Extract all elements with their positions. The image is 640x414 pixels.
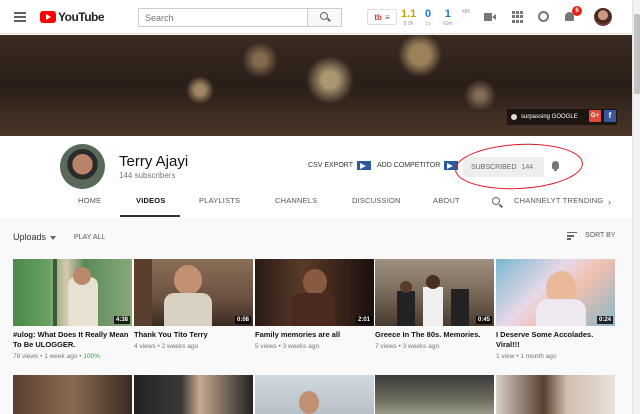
csv-export-button[interactable]: CSV EXPORT	[308, 161, 371, 170]
video-thumbnail[interactable]: 4:38	[13, 259, 132, 326]
video-title[interactable]: Greece In The 80s. Memories.	[375, 330, 494, 340]
video-thumbnail[interactable]	[255, 375, 374, 414]
video-pct: 100%	[83, 352, 100, 360]
video-title[interactable]: #ulog: What Does It Really Mean To Be UL…	[13, 330, 132, 350]
account-avatar[interactable]	[594, 8, 612, 26]
video-thumbnail[interactable]	[496, 375, 615, 414]
video-age: 2 weeks ago	[161, 342, 199, 350]
video-thumbnail[interactable]	[134, 375, 253, 414]
page-scrollbar[interactable]	[632, 0, 640, 414]
video-views: 5 views	[255, 342, 277, 350]
globe-icon	[511, 114, 517, 120]
tab-channelyt-trending[interactable]: CHANNELYT TRENDING	[514, 196, 603, 205]
video-card[interactable]: 0:45 Greece In The 80s. Memories. 7 view…	[375, 259, 494, 350]
video-meta: 5 views • 3 weeks ago	[255, 342, 320, 350]
video-thumbnail[interactable]	[375, 375, 494, 414]
sort-icon	[567, 232, 577, 240]
video-age: 3 weeks ago	[282, 342, 320, 350]
active-tab-indicator	[120, 215, 180, 217]
video-thumbnail[interactable]: 0:45	[375, 259, 494, 326]
stat-1: 1.1 8 0h	[401, 8, 416, 27]
upload-video-icon[interactable]	[484, 11, 496, 23]
youtube-logo[interactable]: YouTube	[40, 10, 105, 24]
apps-grid-icon[interactable]	[512, 11, 524, 23]
add-competitor-button[interactable]: ADD COMPETITOR	[377, 161, 459, 170]
notification-badge: 6	[572, 6, 582, 16]
logo-text: YouTube	[58, 10, 105, 24]
tab-discussion[interactable]: DISCUSSION	[352, 196, 401, 205]
video-views: 1 view	[496, 352, 515, 360]
stat-2: 0 1y	[425, 8, 431, 27]
tubebuddy-extension-button[interactable]: tb ≡	[367, 9, 397, 25]
search-input[interactable]	[139, 9, 307, 26]
video-card[interactable]: 0:24 I Deserve Some Accolades. Viral!!! …	[496, 259, 615, 360]
search-box	[138, 8, 342, 27]
arrow-icon	[357, 161, 371, 170]
menu-lines-icon: ≡	[384, 12, 390, 22]
video-title[interactable]: Thank You Tito Terry	[134, 330, 253, 340]
sort-by-label: SORT BY	[585, 232, 616, 239]
stat-4: 48h	[462, 8, 470, 15]
video-thumbnail[interactable]	[13, 375, 132, 414]
channel-avatar[interactable]	[60, 144, 105, 189]
uploads-label: Uploads	[13, 232, 47, 242]
add-competitor-label: ADD COMPETITOR	[377, 162, 441, 169]
stat-label: 1y	[425, 21, 431, 27]
video-duration: 0:24	[596, 316, 613, 324]
video-age: 3 weeks ago	[402, 342, 440, 350]
video-views: 7 views	[375, 342, 397, 350]
video-card[interactable]: 2:01 Family memories are all 5 views • 3…	[255, 259, 374, 350]
tab-videos[interactable]: VIDEOS	[136, 196, 166, 205]
tab-about[interactable]: ABOUT	[433, 196, 460, 205]
stat-label: 8 0h	[403, 21, 414, 27]
video-title[interactable]: I Deserve Some Accolades. Viral!!!	[496, 330, 615, 350]
chevron-right-icon[interactable]: ›	[608, 197, 611, 207]
tab-home[interactable]: HOME	[78, 196, 101, 205]
csv-export-label: CSV EXPORT	[308, 162, 353, 169]
menu-icon[interactable]	[14, 12, 26, 22]
tab-channels[interactable]: CHANNELS	[275, 196, 317, 205]
stat-num: 1.1	[401, 8, 417, 20]
channel-subscriber-count: 144 subscribers	[119, 171, 176, 180]
video-duration: 0:45	[475, 316, 492, 324]
video-card[interactable]: 0:08 Thank You Tito Terry 4 views • 2 we…	[134, 259, 253, 350]
uploads-dropdown[interactable]: Uploads	[13, 232, 57, 242]
video-duration: 2:01	[355, 316, 372, 324]
channel-search-icon[interactable]	[492, 197, 500, 205]
video-thumbnail[interactable]: 2:01	[255, 259, 374, 326]
stat-num: 1	[444, 8, 451, 20]
channel-name: Terry Ajayi	[119, 153, 189, 170]
video-thumbnail[interactable]: 0:08	[134, 259, 253, 326]
caret-down-icon	[50, 235, 57, 240]
search-button[interactable]	[307, 9, 341, 26]
stat-label: 48h	[462, 9, 471, 15]
video-meta: 7 views • 3 weeks ago	[375, 342, 440, 350]
stat-num: 0	[425, 8, 432, 20]
video-views: 4 views	[134, 342, 156, 350]
google-plus-icon[interactable]: G+	[589, 110, 601, 122]
video-meta: 1 view • 1 month ago	[496, 352, 557, 360]
stat-3: 1 60m	[443, 8, 453, 27]
video-title[interactable]: Family memories are all	[255, 330, 374, 340]
video-card[interactable]: 4:38 #ulog: What Does It Really Mean To …	[13, 259, 132, 360]
stat-label: 60m	[443, 21, 453, 27]
tab-playlists[interactable]: PLAYLISTS	[199, 196, 240, 205]
play-all-button[interactable]: PLAY ALL	[74, 234, 105, 241]
video-duration: 0:08	[234, 316, 251, 324]
sort-by-button[interactable]: SORT BY	[567, 232, 616, 240]
video-age: 1 month ago	[520, 352, 557, 360]
video-duration: 4:38	[113, 316, 130, 324]
video-meta: 4 views • 2 weeks ago	[134, 342, 199, 350]
scrollbar-thumb[interactable]	[634, 14, 640, 94]
messages-icon[interactable]	[538, 11, 549, 22]
video-age: 1 week ago	[44, 352, 78, 360]
tubebuddy-label: tb	[374, 12, 382, 22]
facebook-icon[interactable]: f	[604, 110, 616, 122]
video-meta: 78 views • 1 week ago • 100%	[13, 352, 100, 360]
video-views: 78 views	[13, 352, 39, 360]
banner-link-label: surpassing GOOGLE	[521, 114, 578, 120]
video-thumbnail[interactable]: 0:24	[496, 259, 615, 326]
youtube-play-icon	[40, 11, 56, 23]
